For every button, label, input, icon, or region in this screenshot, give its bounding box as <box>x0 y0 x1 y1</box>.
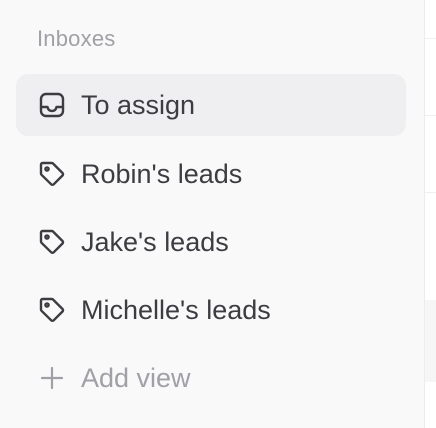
sidebar-item-label: Michelle's leads <box>81 294 271 325</box>
divider <box>425 192 436 193</box>
sidebar: Inboxes To assign Robin's leads Jake's l… <box>0 0 425 428</box>
sidebar-item-jakes-leads[interactable]: Jake's leads <box>16 211 406 273</box>
content-row <box>425 300 436 382</box>
sidebar-item-robins-leads[interactable]: Robin's leads <box>16 143 406 205</box>
tag-icon <box>37 227 67 257</box>
add-view-label: Add view <box>81 362 191 393</box>
plus-icon <box>37 363 67 393</box>
sidebar-item-label: To assign <box>81 89 196 120</box>
sidebar-item-to-assign[interactable]: To assign <box>16 74 406 136</box>
tag-icon <box>37 159 67 189</box>
section-label-inboxes: Inboxes <box>37 26 116 51</box>
add-view-button[interactable]: Add view <box>16 347 406 409</box>
main-content-edge <box>425 0 436 428</box>
divider <box>425 115 436 116</box>
sidebar-item-label: Robin's leads <box>81 158 243 189</box>
tag-icon <box>37 295 67 325</box>
sidebar-item-michelles-leads[interactable]: Michelle's leads <box>16 279 406 341</box>
inbox-icon <box>37 90 67 120</box>
divider <box>425 38 436 39</box>
sidebar-item-label: Jake's leads <box>81 226 229 257</box>
